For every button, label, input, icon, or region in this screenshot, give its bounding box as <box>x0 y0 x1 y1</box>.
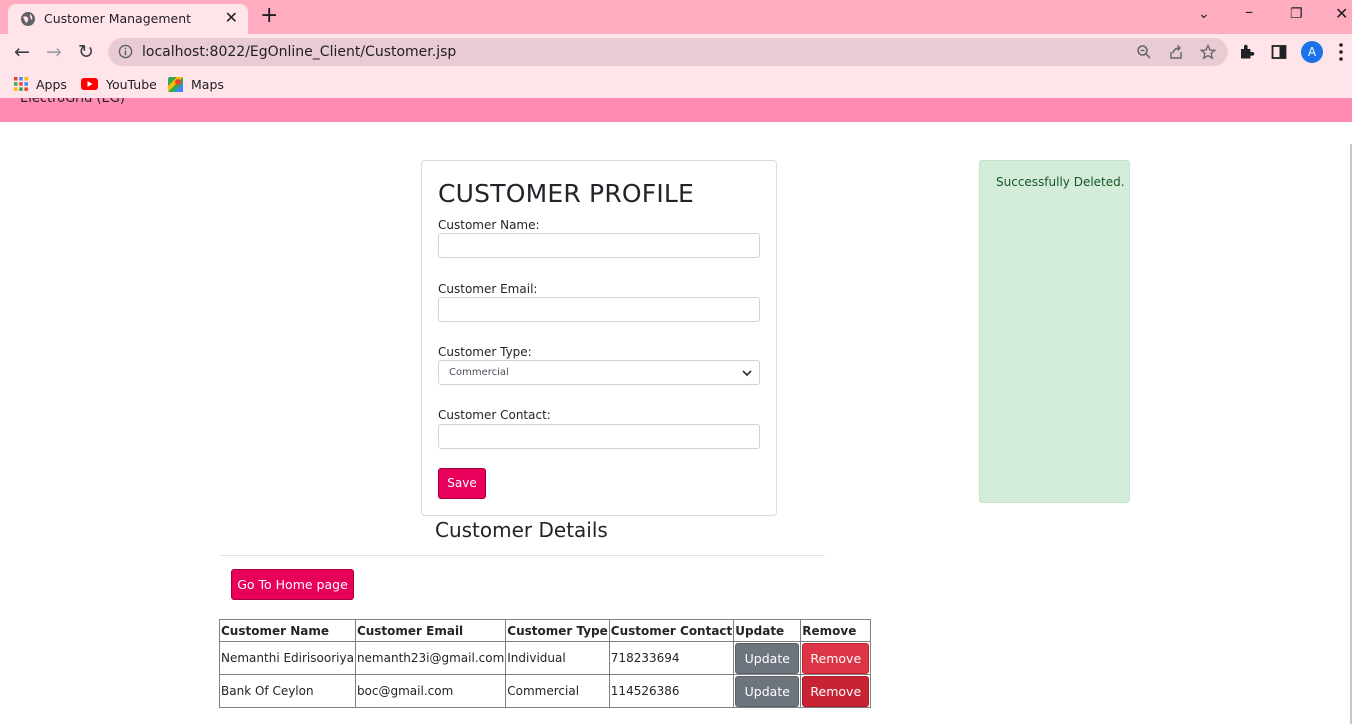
chevron-down-icon <box>742 370 752 377</box>
tab-search-chevron-icon[interactable]: ⌄ <box>1198 6 1210 22</box>
column-header-name: Customer Name <box>219 619 356 642</box>
customer-type-value: Commercial <box>449 367 509 378</box>
customer-profile-form: CUSTOMER PROFILE Customer Name: Customer… <box>421 160 777 516</box>
browser-tab-strip: Customer Management ✕ + ⌄ – ❐ ✕ <box>0 0 1352 34</box>
column-header-remove: Remove <box>800 619 872 642</box>
customer-type-select[interactable]: Commercial <box>438 360 760 385</box>
form-title: CUSTOMER PROFILE <box>438 179 695 208</box>
divider <box>219 555 825 556</box>
cell-email: boc@gmail.com <box>354 674 507 708</box>
go-home-button[interactable]: Go To Home page <box>231 569 354 600</box>
browser-tab[interactable]: Customer Management ✕ <box>8 4 248 34</box>
youtube-icon <box>81 78 98 90</box>
cell-update: Update <box>733 674 802 708</box>
cell-type: Individual <box>505 641 610 675</box>
update-button[interactable]: Update <box>735 675 800 707</box>
bookmark-star-icon[interactable] <box>1200 44 1216 60</box>
minimize-icon[interactable]: – <box>1245 2 1253 21</box>
bookmark-maps[interactable]: Maps <box>168 75 224 93</box>
cell-contact: 114526386 <box>608 674 735 708</box>
column-header-email: Customer Email <box>354 619 507 642</box>
bookmark-label: Maps <box>191 76 224 92</box>
tab-title: Customer Management <box>44 11 192 26</box>
maps-icon <box>168 76 183 92</box>
forward-icon[interactable]: → <box>42 40 66 64</box>
update-button[interactable]: Update <box>735 642 800 674</box>
column-header-contact: Customer Contact <box>608 619 735 642</box>
customer-details-title: Customer Details <box>435 518 608 542</box>
table-row: Nemanthi Edirisooriya nemanth23i@gmail.c… <box>219 641 872 675</box>
column-header-update: Update <box>733 619 802 642</box>
url-text: localhost:8022/EgOnline_Client/Customer.… <box>142 44 457 60</box>
browser-toolbar: ← → ↻ localhost:8022/EgOnline_Client/Cus… <box>0 34 1352 70</box>
alert-message: Successfully Deleted. <box>996 175 1125 189</box>
success-alert: Successfully Deleted. <box>979 160 1130 503</box>
table-row: Bank Of Ceylon boc@gmail.com Commercial … <box>219 674 872 708</box>
tab-close-icon[interactable]: ✕ <box>225 9 238 27</box>
cell-update: Update <box>733 641 802 675</box>
reload-icon[interactable]: ↻ <box>74 40 98 64</box>
address-bar[interactable]: localhost:8022/EgOnline_Client/Customer.… <box>108 38 1228 66</box>
customer-email-label: Customer Email: <box>438 282 538 296</box>
cell-email: nemanth23i@gmail.com <box>354 641 507 675</box>
page-header-bar: ElectroGrid (EG) <box>0 98 1352 122</box>
bookmarks-bar: Apps YouTube Maps <box>0 70 1352 98</box>
customer-name-input[interactable] <box>438 233 760 258</box>
customer-table: Customer Name Customer Email Customer Ty… <box>219 619 872 708</box>
restore-icon[interactable]: ❐ <box>1290 6 1303 22</box>
bookmark-youtube[interactable]: YouTube <box>81 75 157 93</box>
customer-type-label: Customer Type: <box>438 345 532 359</box>
cell-type: Commercial <box>505 674 610 708</box>
cell-remove: Remove <box>800 641 872 675</box>
bookmark-label: Apps <box>36 76 67 92</box>
extensions-icon[interactable] <box>1238 43 1256 61</box>
column-header-type: Customer Type <box>505 619 610 642</box>
table-header-row: Customer Name Customer Email Customer Ty… <box>219 619 872 642</box>
customer-contact-input[interactable] <box>438 424 760 449</box>
globe-icon <box>21 12 35 26</box>
profile-avatar[interactable]: A <box>1301 41 1323 63</box>
customer-name-label: Customer Name: <box>438 218 540 232</box>
apps-grid-icon <box>14 77 28 91</box>
share-icon[interactable] <box>1168 44 1184 60</box>
cell-remove: Remove <box>800 674 872 708</box>
new-tab-icon[interactable]: + <box>260 5 278 27</box>
bookmark-label: YouTube <box>106 76 157 92</box>
menu-kebab-icon[interactable] <box>1338 42 1344 62</box>
cell-name: Bank Of Ceylon <box>219 674 356 708</box>
save-button[interactable]: Save <box>438 468 486 499</box>
customer-contact-label: Customer Contact: <box>438 408 551 422</box>
cell-name: Nemanthi Edirisooriya <box>219 641 356 675</box>
window-close-icon[interactable]: ✕ <box>1335 4 1348 23</box>
back-icon[interactable]: ← <box>10 40 34 64</box>
cell-contact: 718233694 <box>608 641 735 675</box>
side-panel-icon[interactable] <box>1270 43 1288 61</box>
customer-email-input[interactable] <box>438 297 760 322</box>
brand-text: ElectroGrid (EG) <box>20 98 125 106</box>
remove-button[interactable]: Remove <box>802 675 870 707</box>
remove-button[interactable]: Remove <box>802 642 870 674</box>
site-info-icon[interactable] <box>118 44 133 59</box>
zoom-icon[interactable] <box>1136 44 1152 60</box>
bookmark-apps[interactable]: Apps <box>14 75 67 93</box>
